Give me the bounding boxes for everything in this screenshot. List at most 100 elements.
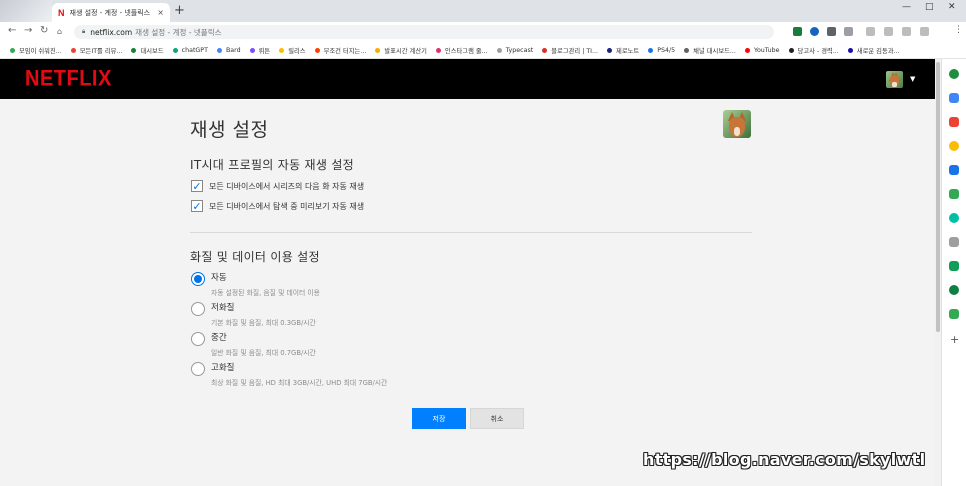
minimize-button[interactable]: —: [902, 2, 911, 12]
browser-side-panel: +: [941, 59, 966, 486]
address-bar[interactable]: 🔒︎ netflix.com 재생 설정 - 계정 - 넷플릭스: [74, 25, 774, 39]
bookmark-item[interactable]: chatGPT: [172, 46, 208, 54]
bookmark-item[interactable]: 릴리스: [279, 46, 306, 55]
bookmark-favicon-icon: [435, 47, 441, 53]
lock-icon: 🔒︎: [82, 28, 86, 35]
extension-icon[interactable]: [793, 27, 802, 36]
scrollbar-thumb[interactable]: [936, 62, 940, 332]
forward-arrow-icon[interactable]: →: [24, 25, 32, 36]
bookmark-item[interactable]: 새로운 김동과...: [847, 46, 900, 55]
bookmark-item[interactable]: 발표시간 계산기: [375, 46, 427, 55]
bookmark-item[interactable]: 모든IT를 리뷰...: [70, 46, 122, 55]
maximize-button[interactable]: □: [925, 2, 934, 12]
header-profile-avatar[interactable]: [886, 71, 903, 88]
netflix-page: NETFLIX ▼ 재생 설정 IT시대 프로필의 자동 재생 설정 ✓ 모든 …: [0, 59, 935, 486]
bookmarks-bar: 모임이 쉬워진... 모든IT를 리뷰... 대시보드 chatGPT Bard 뤼튼 릴리…: [0, 42, 966, 59]
bookmark-item[interactable]: Bard: [216, 47, 241, 54]
autoplay-next-episode[interactable]: ✓ 모든 디바이스에서 시리즈의 다음 화 자동 재생: [191, 180, 364, 192]
cancel-button[interactable]: 취소: [470, 408, 524, 429]
bookmark-item[interactable]: 모임이 쉬워진...: [10, 46, 62, 55]
tab-netflix[interactable]: N 재생 설정 - 계정 - 넷플릭스 ×: [52, 3, 170, 22]
cast-icon[interactable]: [884, 27, 893, 36]
radio-button[interactable]: [191, 362, 205, 376]
bookmark-item[interactable]: 무조건 터지는...: [314, 46, 367, 55]
netflix-logo[interactable]: NETFLIX: [25, 67, 112, 92]
checkbox[interactable]: ✓: [191, 180, 203, 192]
extension-icon[interactable]: [810, 27, 819, 36]
bookmark-item[interactable]: YouTube: [744, 46, 780, 54]
side-panel-app-icon[interactable]: [949, 285, 959, 295]
side-panel-app-icon[interactable]: [949, 69, 959, 79]
browser-menu-icon[interactable]: ⋮: [954, 25, 963, 35]
bookmark-item[interactable]: PS4/5: [648, 47, 675, 54]
bookmark-favicon-icon: [684, 47, 690, 53]
bookmark-favicon-icon: [172, 47, 178, 53]
bookmark-item[interactable]: 제로노트: [607, 46, 639, 55]
url-domain: netflix.com: [90, 27, 133, 37]
quality-option-high[interactable]: 고화질 최상 화질 및 음질, HD 최대 3GB/시간, UHD 최대 7GB…: [191, 362, 387, 389]
close-window-button[interactable]: ✕: [948, 2, 956, 12]
bookmark-item[interactable]: 당고사 - 경력...: [788, 46, 839, 55]
side-panel-app-icon[interactable]: [949, 309, 959, 319]
bookmark-label: YouTube: [753, 46, 780, 54]
autoplay-previews-label: 모든 디바이스에서 탐색 중 미리보기 자동 재생: [209, 201, 365, 211]
bookmark-favicon-icon: [542, 47, 548, 53]
bookmark-item[interactable]: 대시보드: [131, 46, 164, 55]
quality-option-auto[interactable]: 자동 자동 설정된 화질, 음질 및 데이터 이용: [191, 272, 320, 299]
section-divider: [190, 232, 752, 233]
bookmark-label: 릴리스: [288, 47, 306, 55]
bookmark-favicon-icon: [279, 47, 285, 53]
radio-button[interactable]: [191, 302, 205, 316]
radio-button[interactable]: [191, 332, 205, 346]
bookmark-favicon-icon: [249, 47, 255, 53]
side-panel-app-icon[interactable]: [949, 117, 959, 127]
tab-strip: N 재생 설정 - 계정 - 넷플릭스 × + — □ ✕: [0, 0, 966, 22]
quality-option-medium[interactable]: 중간 일반 화질 및 음질, 최대 0.7GB/시간: [191, 332, 316, 359]
bookmark-label: 블로그관리 | TI...: [551, 47, 599, 55]
new-tab-button[interactable]: +: [174, 3, 185, 18]
checkbox[interactable]: ✓: [191, 200, 203, 212]
side-panel-app-icon[interactable]: [949, 261, 959, 271]
bookmark-label: 새로운 김동과...: [856, 47, 900, 55]
download-icon[interactable]: [866, 27, 875, 36]
side-panel-app-icon[interactable]: [949, 141, 959, 151]
radio-button[interactable]: [191, 272, 205, 286]
reload-icon[interactable]: ↻: [40, 25, 48, 36]
close-tab-icon[interactable]: ×: [157, 8, 164, 17]
bookmark-item[interactable]: 인스타그램 줄...: [435, 46, 488, 55]
side-panel-app-icon[interactable]: [949, 237, 959, 247]
bookmark-label: PS4/5: [657, 46, 676, 54]
quality-option-low[interactable]: 저화질 기본 화질 및 음질, 최대 0.3GB/시간: [191, 302, 316, 329]
save-button[interactable]: 저장: [412, 408, 466, 429]
bookmark-label: 무조건 터지는...: [323, 47, 367, 55]
autoplay-next-label: 모든 디바이스에서 시리즈의 다음 화 자동 재생: [209, 181, 365, 191]
bookmark-favicon-icon: [607, 47, 613, 53]
back-arrow-icon[interactable]: ←: [8, 25, 16, 36]
side-panel-app-icon[interactable]: [949, 189, 959, 199]
sidepanel-icon[interactable]: [920, 27, 929, 36]
bookmark-item[interactable]: Typecast: [496, 46, 534, 54]
browser-window: N 재생 설정 - 계정 - 넷플릭스 × + — □ ✕ ← → ↻ ⌂ 🔒︎…: [0, 0, 966, 486]
side-panel-app-icon[interactable]: [949, 213, 959, 223]
bookmark-item[interactable]: 채널 대시보드...: [684, 46, 736, 55]
bookmark-item[interactable]: 뤼튼: [249, 46, 270, 55]
side-panel-app-icon[interactable]: [949, 93, 959, 103]
bookmark-favicon-icon: [648, 47, 654, 53]
bookmark-favicon-icon: [375, 47, 381, 53]
extension-icon[interactable]: [844, 27, 853, 36]
side-panel-app-icon[interactable]: [949, 165, 959, 175]
bookmark-favicon-icon: [10, 47, 15, 53]
add-app-icon[interactable]: +: [950, 333, 959, 346]
bookmark-item[interactable]: 블로그관리 | TI...: [542, 46, 598, 55]
autoplay-previews[interactable]: ✓ 모든 디바이스에서 탐색 중 미리보기 자동 재생: [191, 200, 364, 212]
caret-down-icon[interactable]: ▼: [910, 75, 915, 83]
bookmark-favicon-icon: [70, 47, 76, 53]
screenshot-icon[interactable]: [902, 27, 911, 36]
quality-option-desc: 일반 화질 및 음질, 최대 0.7GB/시간: [211, 349, 316, 357]
bookmark-favicon-icon: [788, 47, 794, 53]
home-icon[interactable]: ⌂: [57, 27, 62, 36]
bookmark-label: Typecast: [505, 46, 534, 54]
extension-icon[interactable]: [827, 27, 836, 36]
bookmark-favicon-icon: [131, 47, 137, 53]
bookmark-label: chatGPT: [181, 46, 208, 54]
